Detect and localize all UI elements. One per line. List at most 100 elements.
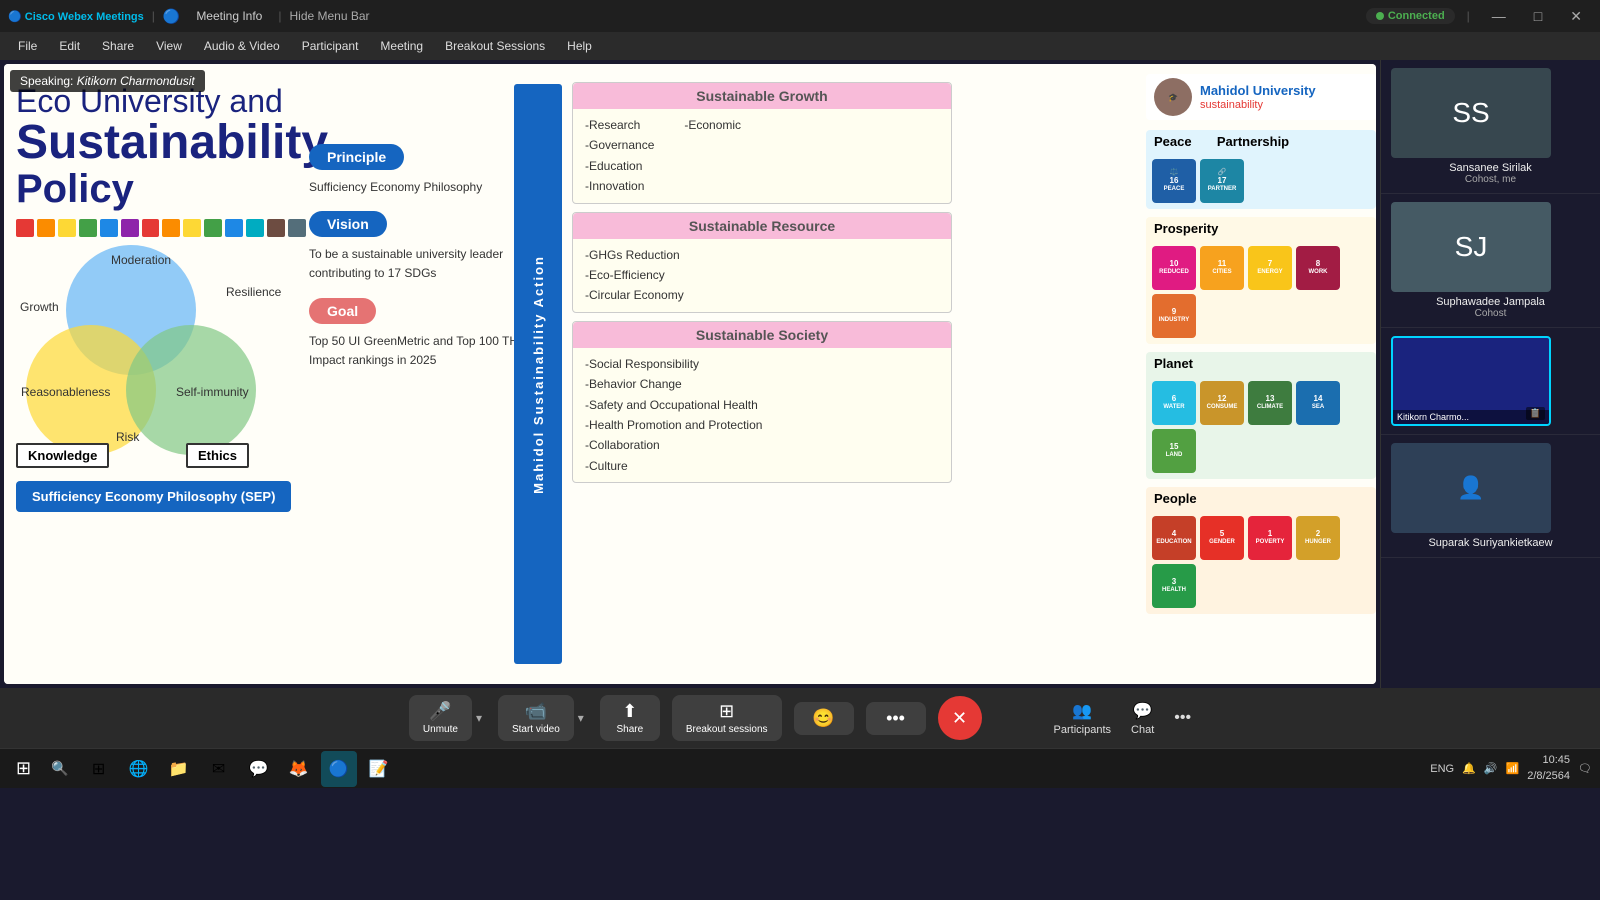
- taskbar-volume-icon: 🔊: [1484, 762, 1498, 775]
- growth-item-1: -Research: [585, 115, 654, 135]
- chat-button[interactable]: 💬 Chat: [1131, 701, 1154, 736]
- unmute-dropdown[interactable]: ▾: [472, 711, 486, 725]
- sdg-17: 🔗17PARTNER: [1200, 159, 1244, 203]
- principle-badge: Principle: [309, 144, 404, 170]
- connected-badge: Connected: [1366, 8, 1455, 24]
- participant-suphawadee: SJ Suphawadee Jampala Cohost: [1381, 194, 1600, 328]
- taskbar: ⊞ 🔍 ⊞ 🌐 📁 ✉ 💬 🦊 🔵 📝 ENG 🔔 🔊 📶 10:45 2/8/…: [0, 748, 1600, 788]
- search-button[interactable]: 🔍: [43, 760, 76, 777]
- peace-icons: ⚖️16PEACE 🔗17PARTNER: [1146, 153, 1376, 209]
- sdg-9: 9INDUSTRY: [1152, 294, 1196, 338]
- menu-bar: File Edit Share View Audio & Video Parti…: [0, 32, 1600, 60]
- video-dropdown[interactable]: ▾: [574, 711, 588, 725]
- more-button[interactable]: •••: [866, 702, 926, 735]
- vision-badge: Vision: [309, 211, 387, 237]
- participants-button[interactable]: 👥 Participants: [1054, 701, 1111, 736]
- sdg-11: 11CITIES: [1200, 246, 1244, 290]
- goal-badge: Goal: [309, 298, 376, 324]
- unmute-icon: 🎤: [429, 701, 451, 722]
- start-button[interactable]: ⊞: [8, 758, 39, 779]
- society-box: Sustainable Society -Social Responsibili…: [572, 321, 952, 483]
- taskbar-app-edge[interactable]: 🌐: [121, 751, 157, 787]
- taskbar-app-chrome[interactable]: 🦊: [281, 751, 317, 787]
- hide-menu-button[interactable]: Hide Menu Bar: [289, 9, 369, 23]
- color-bar: [16, 219, 306, 237]
- resilience-label: Resilience: [226, 285, 281, 299]
- prosperity-icons: 10REDUCED 11CITIES 7ENERGY 8WORK 9INDUST: [1146, 240, 1376, 344]
- sdg-6: 6WATER: [1152, 381, 1196, 425]
- share-button[interactable]: ⬆ Share: [600, 695, 660, 741]
- breakout-label: Breakout sessions: [686, 724, 768, 735]
- more2-button[interactable]: •••: [1174, 709, 1191, 727]
- sdg-2: 2HUNGER: [1296, 516, 1340, 560]
- growth-item-3: -Governance: [585, 135, 654, 155]
- mahidol-logo: 🎓: [1154, 78, 1192, 116]
- society-item-5: -Collaboration: [585, 435, 939, 455]
- sidebar: SS Sansanee Sirilak Cohost, me SJ Suphaw…: [1380, 60, 1600, 688]
- peace-title: Peace Partnership: [1146, 130, 1376, 153]
- taskbar-app-webex[interactable]: 🔵: [321, 751, 357, 787]
- video-group: 📹 Start video ▾: [498, 695, 588, 741]
- end-call-button[interactable]: ✕: [938, 696, 982, 740]
- growth-item-5: -Innovation: [585, 176, 654, 196]
- society-header: Sustainable Society: [573, 322, 951, 348]
- share-icon: ⬆: [622, 701, 637, 722]
- resource-item-1: -GHGs Reduction: [585, 245, 939, 265]
- reactions-icon: 😊: [812, 708, 834, 729]
- speaking-badge: Speaking: Kitikorn Charmondusit: [10, 70, 205, 92]
- risk-label: Risk: [116, 430, 139, 444]
- participant-sansanee: SS Sansanee Sirilak Cohost, me: [1381, 60, 1600, 194]
- participant-sansanee-name: Sansanee Sirilak: [1391, 162, 1590, 174]
- vertical-bar: Mahidol Sustainability Action: [514, 84, 562, 664]
- sufficiency-box: Sufficiency Economy Philosophy (SEP): [16, 481, 291, 512]
- menu-meeting[interactable]: Meeting: [370, 36, 433, 56]
- minimize-btn[interactable]: —: [1482, 8, 1516, 24]
- taskbar-app-files[interactable]: 📁: [161, 751, 197, 787]
- participant-suparak-video: 👤: [1391, 443, 1551, 533]
- maximize-btn[interactable]: □: [1524, 8, 1552, 24]
- meeting-info-button[interactable]: Meeting Info: [188, 7, 270, 25]
- menu-participant[interactable]: Participant: [292, 36, 369, 56]
- participant-suparak-name: Suparak Suriyankietkaew: [1391, 537, 1590, 549]
- chat-icon: 💬: [1133, 701, 1153, 721]
- taskbar-app-word[interactable]: 📝: [361, 751, 397, 787]
- bottom-bar: 🎤 Unmute ▾ 📹 Start video ▾ ⬆ Share ⊞ Bre…: [0, 688, 1600, 748]
- reactions-button[interactable]: 😊: [794, 702, 854, 735]
- taskbar-app-line[interactable]: 💬: [241, 751, 277, 787]
- menu-edit[interactable]: Edit: [49, 36, 90, 56]
- resource-item-3: -Circular Economy: [585, 285, 939, 305]
- society-item-2: -Behavior Change: [585, 374, 939, 394]
- society-item-1: -Social Responsibility: [585, 354, 939, 374]
- eco-title-3: Policy: [16, 167, 306, 211]
- video-icon: 📹: [525, 701, 547, 722]
- unmute-label: Unmute: [423, 724, 458, 735]
- menu-share[interactable]: Share: [92, 36, 144, 56]
- taskbar-notify-icon: 🔔: [1462, 762, 1476, 775]
- sdg-peace: Peace Partnership ⚖️16PEACE 🔗17PARTNER: [1146, 130, 1376, 209]
- menu-file[interactable]: File: [8, 36, 47, 56]
- growth-item-2: -Economic: [684, 115, 741, 135]
- unmute-button[interactable]: 🎤 Unmute: [409, 695, 472, 741]
- mahidol-header: 🎓 Mahidol University sustainability: [1146, 74, 1376, 120]
- menu-breakout[interactable]: Breakout Sessions: [435, 36, 555, 56]
- breakout-button[interactable]: ⊞ Breakout sessions: [672, 695, 782, 741]
- favicon-meeting: 🔵: [163, 8, 180, 25]
- sdg-16: ⚖️16PEACE: [1152, 159, 1196, 203]
- taskbar-app-mail[interactable]: ✉: [201, 751, 237, 787]
- close-btn[interactable]: ✕: [1560, 8, 1592, 25]
- menu-help[interactable]: Help: [557, 36, 602, 56]
- start-video-button[interactable]: 📹 Start video: [498, 695, 574, 741]
- taskbar-date-value: 2/8/2564: [1527, 769, 1570, 784]
- taskbar-app-taskview[interactable]: ⊞: [81, 751, 117, 787]
- taskbar-right: ENG 🔔 🔊 📶 10:45 2/8/2564 🗨: [1430, 753, 1592, 784]
- menu-view[interactable]: View: [146, 36, 192, 56]
- society-body: -Social Responsibility -Behavior Change …: [573, 348, 951, 482]
- presentation-area: Speaking: Kitikorn Charmondusit Eco Univ…: [4, 64, 1376, 684]
- resource-body: -GHGs Reduction -Eco-Efficiency -Circula…: [573, 239, 951, 312]
- menu-audio-video[interactable]: Audio & Video: [194, 36, 290, 56]
- society-item-6: -Culture: [585, 456, 939, 476]
- share-label: Share: [616, 724, 643, 735]
- growth-label: Growth: [20, 300, 59, 314]
- cisco-logo: 🔵 Cisco Webex Meetings: [8, 10, 144, 23]
- resource-header: Sustainable Resource: [573, 213, 951, 239]
